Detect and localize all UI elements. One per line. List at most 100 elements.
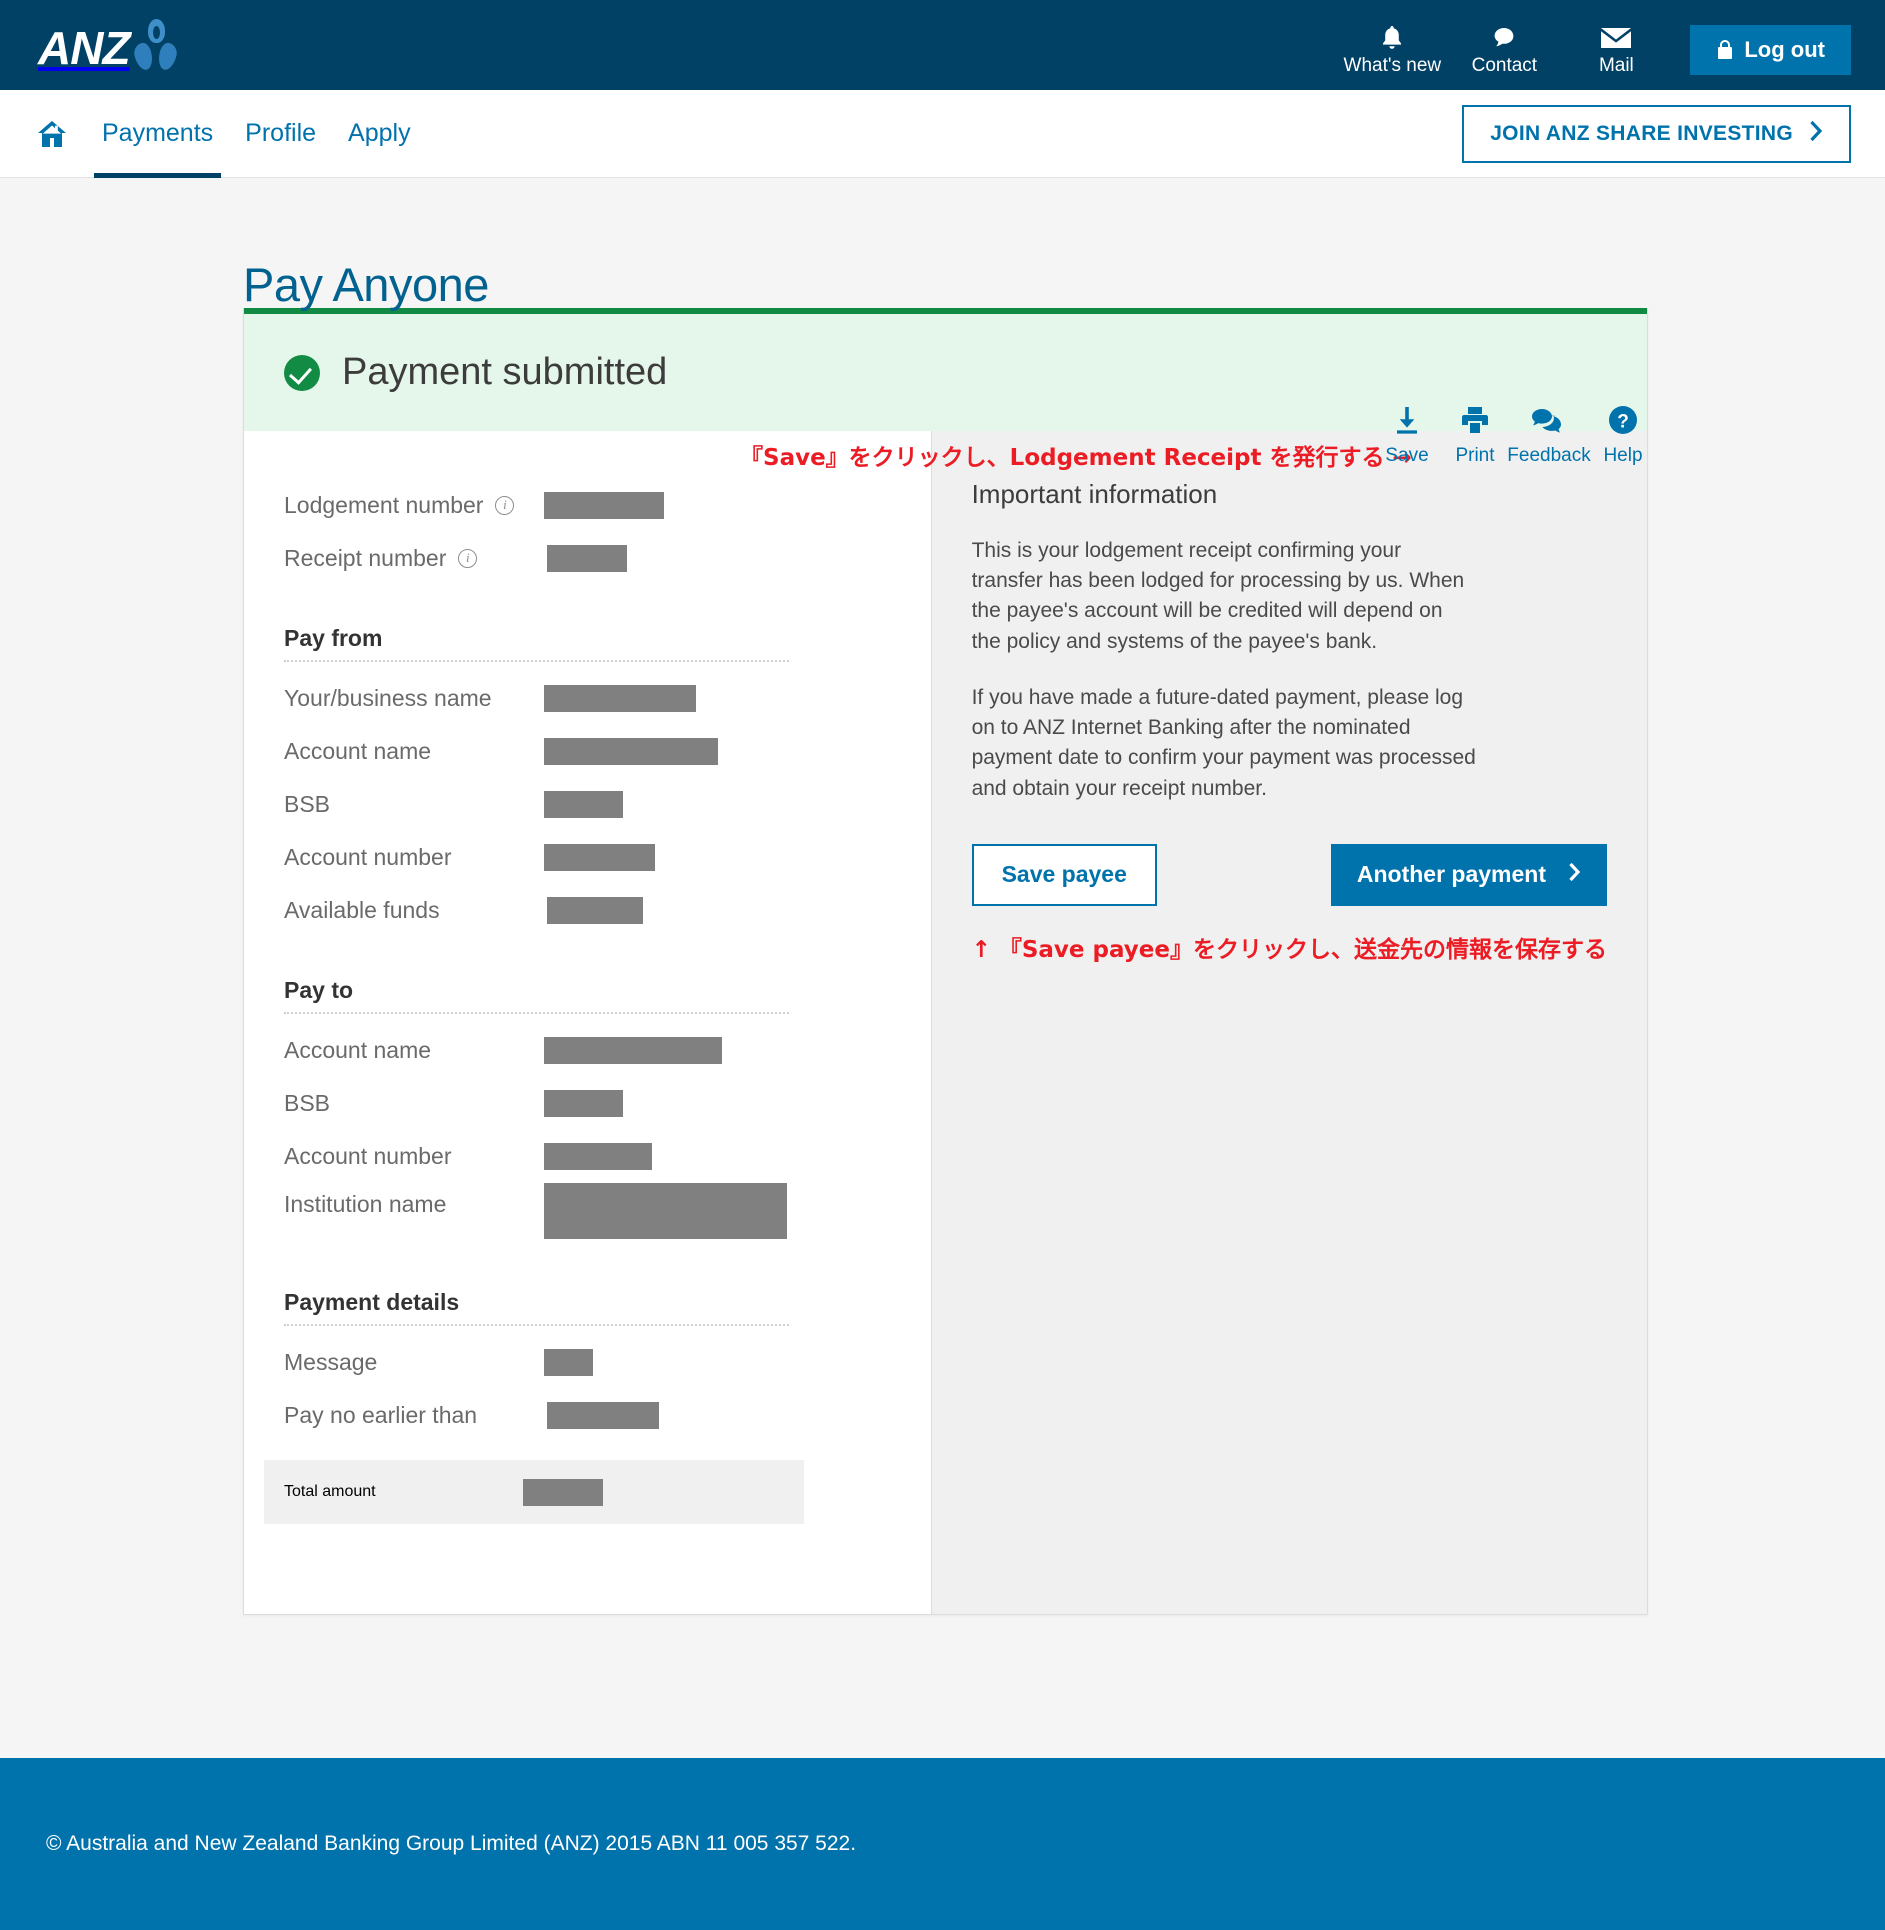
join-anz-share-investing-button[interactable]: JOIN ANZ SHARE INVESTING bbox=[1462, 104, 1851, 163]
payto-bsb-label: BSB bbox=[284, 1090, 331, 1116]
anz-logo[interactable]: ANZ bbox=[38, 19, 180, 72]
row-payto-account-number: Account number bbox=[284, 1130, 931, 1183]
svg-text:?: ? bbox=[1617, 412, 1629, 433]
important-information-title: Important information bbox=[971, 479, 1218, 509]
section-divider-pay-to bbox=[284, 1012, 789, 1014]
page-title: Pay Anyone bbox=[243, 258, 489, 311]
important-information-column: Important information This is your lodge… bbox=[930, 431, 1647, 1614]
feedback-action[interactable]: Feedback bbox=[1507, 400, 1591, 466]
nav-item-apply[interactable]: Apply bbox=[332, 90, 427, 178]
receipt-details-column: Lodgement number i Receipt number i Pay … bbox=[244, 431, 931, 1614]
save-action[interactable]: Save bbox=[1373, 400, 1441, 465]
lodgement-number-label: Lodgement number bbox=[284, 492, 484, 518]
help-action[interactable]: ? Help bbox=[1589, 400, 1657, 465]
anz-bird-logo-icon bbox=[131, 19, 180, 72]
receipt-number-label: Receipt number bbox=[284, 545, 447, 571]
available-funds-label: Available funds bbox=[284, 897, 440, 923]
envelope-icon bbox=[1600, 23, 1632, 53]
row-payfrom-account-number: Account number bbox=[284, 831, 931, 884]
nav-payments-label: Payments bbox=[102, 119, 214, 147]
total-amount-value-redacted bbox=[523, 1478, 603, 1506]
row-payto-account-name: Account name bbox=[284, 1024, 931, 1077]
payfrom-account-name-value-redacted bbox=[544, 738, 718, 765]
payfrom-account-number-value-redacted bbox=[544, 844, 655, 871]
row-institution-name: Institution name bbox=[284, 1183, 931, 1263]
receipt-number-value-redacted bbox=[547, 545, 627, 572]
nav-items: Payments Profile Apply bbox=[30, 90, 427, 178]
section-divider-pay-from bbox=[284, 660, 789, 662]
your-business-name-value-redacted bbox=[544, 685, 696, 712]
available-funds-value-redacted bbox=[547, 897, 643, 924]
question-mark-icon: ? bbox=[1607, 400, 1639, 440]
message-value-redacted bbox=[544, 1349, 593, 1376]
row-lodgement-number: Lodgement number i bbox=[284, 479, 931, 532]
important-information-paragraph-2: If you have made a future-dated payment,… bbox=[971, 685, 1476, 800]
total-amount-label: Total amount bbox=[284, 1483, 376, 1500]
mail-label: Mail bbox=[1598, 55, 1634, 76]
home-icon bbox=[36, 119, 68, 149]
lodgement-number-info-icon[interactable]: i bbox=[495, 496, 515, 515]
row-payto-bsb: BSB bbox=[284, 1077, 931, 1130]
row-message: Message bbox=[284, 1336, 931, 1389]
print-action-label: Print bbox=[1455, 445, 1495, 466]
institution-name-label: Institution name bbox=[284, 1191, 447, 1217]
payfrom-account-number-label: Account number bbox=[284, 844, 452, 870]
feedback-bubbles-icon bbox=[1531, 400, 1567, 440]
logout-button[interactable]: Log out bbox=[1690, 25, 1851, 75]
feedback-action-label: Feedback bbox=[1507, 445, 1591, 466]
whats-new-link[interactable]: What's new bbox=[1336, 23, 1448, 75]
print-action[interactable]: Print bbox=[1441, 400, 1509, 465]
row-receipt-number: Receipt number i bbox=[284, 532, 931, 585]
whats-new-label: What's new bbox=[1343, 55, 1442, 76]
save-payee-button[interactable]: Save payee bbox=[971, 843, 1157, 906]
another-payment-button[interactable]: Another payment bbox=[1330, 843, 1607, 906]
nav-home-link[interactable] bbox=[30, 90, 86, 178]
receipt-number-info-icon[interactable]: i bbox=[458, 549, 478, 568]
page-header: Pay Anyone bbox=[0, 178, 1885, 308]
download-icon bbox=[1391, 400, 1423, 440]
footer-copyright: © Australia and New Zealand Banking Grou… bbox=[46, 1832, 857, 1855]
payto-account-name-value-redacted bbox=[544, 1037, 722, 1064]
annotation-save-instruction: 『Save』をクリックし、Lodgement Receipt を発行する → bbox=[740, 445, 1412, 471]
help-action-label: Help bbox=[1603, 445, 1643, 466]
save-action-label: Save bbox=[1385, 445, 1429, 466]
pay-no-earlier-than-value-redacted bbox=[547, 1402, 659, 1429]
section-title-payment-details: Payment details bbox=[284, 1289, 460, 1315]
logout-label: Log out bbox=[1744, 37, 1825, 62]
pay-no-earlier-than-label: Pay no earlier than bbox=[284, 1402, 478, 1428]
nav-item-profile[interactable]: Profile bbox=[229, 90, 332, 178]
top-utility-links: What's new Contact Mail Log out bbox=[1336, 15, 1851, 75]
main-navigation-bar: Payments Profile Apply JOIN ANZ SHARE IN… bbox=[0, 90, 1885, 178]
nav-apply-label: Apply bbox=[348, 119, 411, 147]
payfrom-bsb-label: BSB bbox=[284, 791, 331, 817]
payment-receipt-card: Payment submitted Lodgement number i Rec… bbox=[243, 308, 1648, 1615]
bell-icon bbox=[1380, 23, 1404, 53]
payfrom-account-name-label: Account name bbox=[284, 738, 432, 764]
nav-item-payments[interactable]: Payments bbox=[86, 90, 229, 178]
important-information-paragraph-1: This is your lodgement receipt confirmin… bbox=[971, 539, 1465, 653]
annotation-save-payee-instruction: ↑ 『Save payee』をクリックし、送金先の情報を保存する bbox=[971, 936, 1607, 963]
institution-name-value-redacted bbox=[544, 1183, 787, 1239]
save-payee-label: Save payee bbox=[1001, 861, 1127, 888]
speech-bubble-icon bbox=[1491, 23, 1517, 53]
payto-account-number-label: Account number bbox=[284, 1143, 452, 1169]
row-your-business-name: Your/business name bbox=[284, 672, 931, 725]
top-utility-bar: ANZ What's new Contact Mail Log out bbox=[0, 0, 1885, 90]
contact-label: Contact bbox=[1471, 55, 1538, 76]
important-information-buttons: Save payee Another payment bbox=[971, 843, 1607, 906]
printer-icon bbox=[1459, 400, 1491, 440]
mail-link[interactable]: Mail bbox=[1560, 23, 1672, 75]
section-title-pay-from: Pay from bbox=[284, 625, 383, 651]
section-divider-payment-details bbox=[284, 1324, 789, 1326]
nav-profile-label: Profile bbox=[245, 119, 317, 147]
chevron-right-icon bbox=[1568, 861, 1581, 888]
join-button-label: JOIN ANZ SHARE INVESTING bbox=[1490, 121, 1793, 145]
message-label: Message bbox=[284, 1349, 378, 1375]
your-business-name-label: Your/business name bbox=[284, 685, 492, 711]
page-footer: © Australia and New Zealand Banking Grou… bbox=[0, 1758, 1885, 1930]
row-payfrom-bsb: BSB bbox=[284, 778, 931, 831]
row-payfrom-account-name: Account name bbox=[284, 725, 931, 778]
row-total-amount: Total amount bbox=[264, 1460, 804, 1524]
payto-bsb-value-redacted bbox=[544, 1090, 623, 1117]
contact-link[interactable]: Contact bbox=[1448, 23, 1560, 75]
